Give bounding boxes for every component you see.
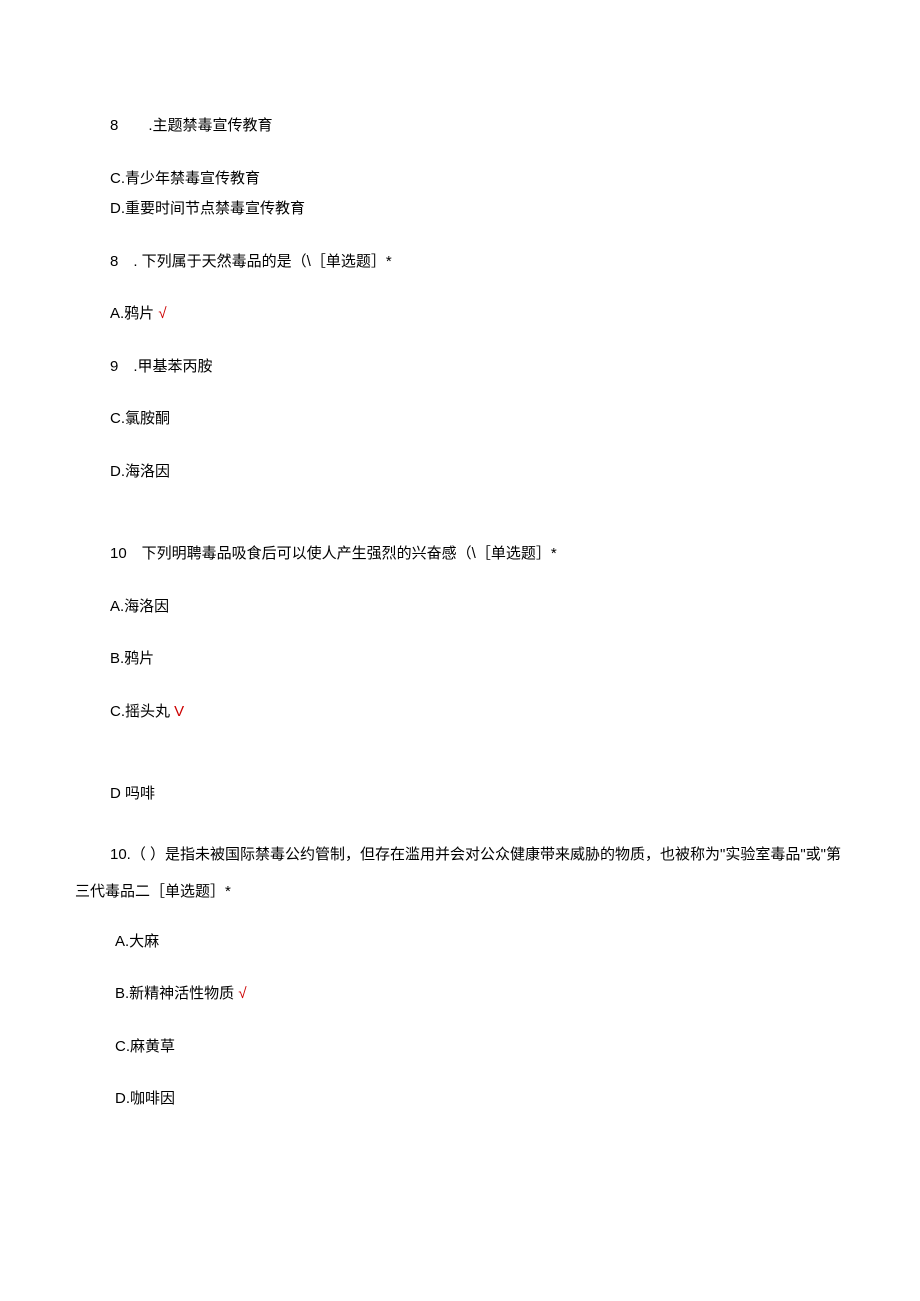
text-line: 9 .甲基苯丙胺	[75, 356, 845, 379]
option-a-correct: A.鸦片 √	[75, 303, 845, 326]
option-d: D.重要时间节点禁毒宣传教育	[75, 198, 845, 221]
option-c: C.麻黄草	[75, 1036, 845, 1059]
question-8: 8 . 下列属于天然毒品的是（\［单选题］*	[75, 251, 845, 274]
option-d: D.海洛因	[75, 461, 845, 484]
check-icon: √	[158, 305, 166, 322]
question-10-para: 10.（ ）是指未被国际禁毒公约管制，但存在滥用并会对公众健康带来威胁的物质，也…	[75, 836, 845, 911]
option-a: A.大麻	[75, 931, 845, 954]
option-c-correct: C.摇头丸 V	[75, 701, 845, 724]
option-text: C.摇头丸	[110, 703, 174, 720]
option-text: B.新精神活性物质	[115, 985, 238, 1002]
option-c: C.氯胺酮	[75, 408, 845, 431]
option-b: B.鸦片	[75, 648, 845, 671]
option-c: C.青少年禁毒宣传教育	[75, 168, 845, 191]
option-text: A.鸦片	[110, 305, 158, 322]
option-a: A.海洛因	[75, 596, 845, 619]
question-10: 10 下列明聘毒品吸食后可以使人产生强烈的兴奋感（\［单选题］*	[75, 543, 845, 566]
option-b-correct: B.新精神活性物质 √	[75, 983, 845, 1006]
text-line: 8 .主题禁毒宣传教育	[75, 115, 845, 138]
check-icon: √	[238, 985, 246, 1002]
option-d: D.咖啡因	[75, 1088, 845, 1111]
check-icon: V	[174, 703, 184, 720]
option-d: D 吗啡	[75, 783, 845, 806]
